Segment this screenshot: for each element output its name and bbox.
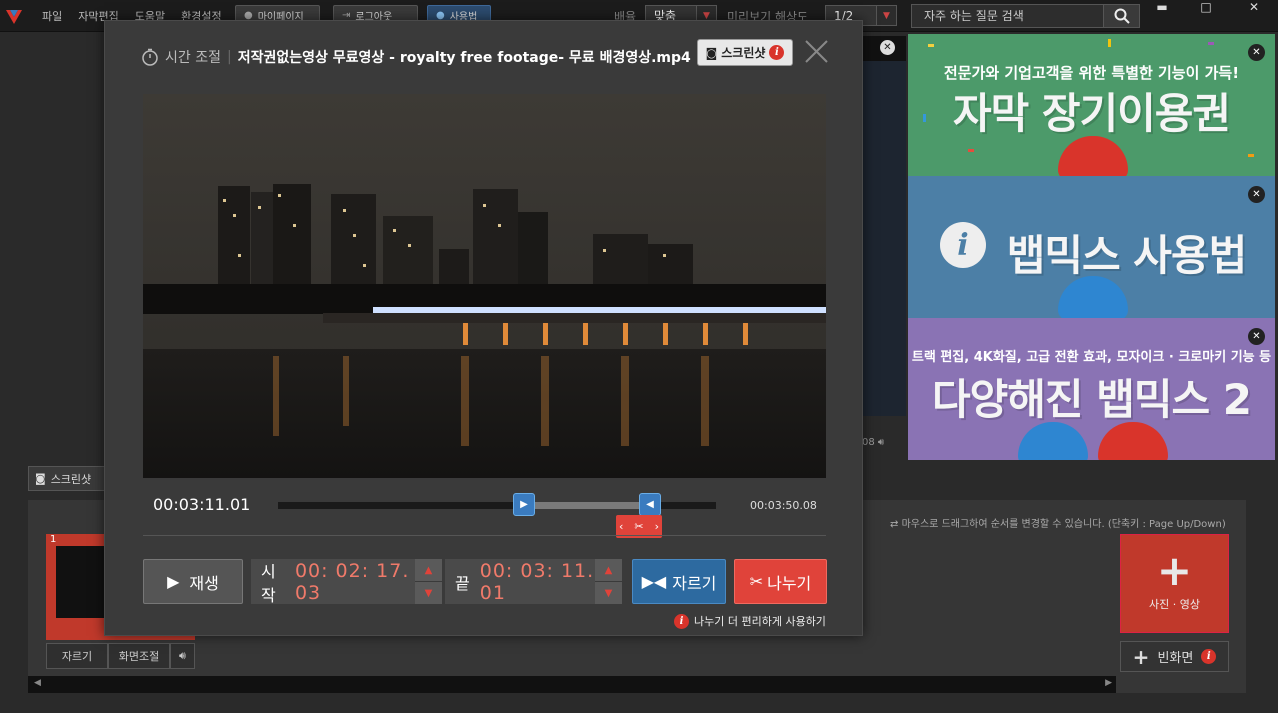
end-time-stepper[interactable]: ▲ ▼ (595, 559, 622, 604)
background-volume: 08 🔊︎ (862, 437, 885, 448)
close-icon[interactable]: ✕ (1248, 328, 1265, 345)
maximize-icon[interactable]: □ (1186, 0, 1226, 14)
banner-vapmix2[interactable]: ✕ 트랙 편집, 4K화질, 고급 전환 효과, 모자이크 · 크로마키 기능 … (908, 318, 1275, 460)
start-handle[interactable]: ▶ (513, 493, 535, 516)
background-preview (862, 36, 906, 416)
info-icon: i (769, 45, 785, 60)
current-time: 00:03:11.01 (153, 495, 251, 514)
close-icon[interactable]: ✕ (1248, 44, 1265, 61)
end-time-value[interactable]: 00: 03: 11. 01 (480, 560, 595, 604)
app-logo-icon (6, 10, 22, 24)
volume-icon: 🔊︎ (877, 437, 885, 448)
clip-cut-button[interactable]: 자르기 (46, 643, 108, 669)
plus-icon: + (1132, 644, 1150, 669)
info-icon: i (674, 613, 689, 629)
screenshot-button[interactable]: ◙ 스크린샷 (28, 466, 108, 491)
trim-icon: ▶◀ (641, 572, 667, 591)
search-button[interactable] (1103, 5, 1139, 27)
chevron-left-icon: ‹ (619, 520, 624, 533)
start-time-field[interactable]: 시작 00: 02: 17. 03 (251, 559, 415, 605)
menu-file[interactable]: 파일 (42, 8, 62, 24)
dialog-title: 시간 조절 | 저작권없는영상 무료영상 - royalty free foot… (141, 47, 691, 67)
scroll-right-icon[interactable]: ▶ (1105, 678, 1112, 688)
minimize-icon[interactable]: ▬ (1142, 0, 1182, 14)
banner-title: 자막 장기이용권 (952, 89, 1231, 138)
camera-icon: ◙ (35, 472, 46, 485)
faq-search-input[interactable] (912, 9, 1102, 23)
decrement-icon[interactable]: ▼ (595, 582, 622, 604)
faq-search (911, 4, 1140, 28)
horizontal-scrollbar[interactable]: ◀ ▶ (28, 676, 1116, 693)
close-window-icon[interactable]: ✕ (1234, 0, 1274, 14)
start-time-stepper[interactable]: ▲ ▼ (415, 559, 442, 604)
decrement-icon[interactable]: ▼ (415, 582, 442, 604)
divider (143, 535, 826, 536)
banner-sub: 트랙 편집, 4K화질, 고급 전환 효과, 모자이크 · 크로마키 기능 등 (911, 350, 1272, 365)
add-media-button[interactable]: + 사진 · 영상 (1120, 534, 1229, 633)
split-tip-link[interactable]: i 나누기 더 편리하게 사용하기 (674, 613, 826, 629)
plus-icon: + (1156, 545, 1193, 595)
night-city-frame (143, 94, 826, 478)
stopwatch-icon (142, 48, 158, 66)
close-icon[interactable]: ✕ (1248, 186, 1265, 203)
increment-icon[interactable]: ▲ (595, 559, 622, 581)
volume-icon[interactable]: 🔊︎ (170, 643, 195, 669)
banner-subtitle-pass[interactable]: ✕ 전문가와 기업고객을 위한 특별한 기능이 가득! 자막 장기이용권 (908, 34, 1275, 176)
search-icon (1114, 8, 1130, 24)
bird-mascot-icon (1018, 422, 1088, 460)
camera-icon: ◙ (705, 45, 718, 60)
time-adjust-dialog: 시간 조절 | 저작권없는영상 무료영상 - royalty free foot… (104, 20, 863, 636)
increment-icon[interactable]: ▲ (415, 559, 442, 581)
banner-howto[interactable]: ✕ i 뱁믹스 사용법 (908, 176, 1275, 318)
split-button[interactable]: ✂ 나누기 (734, 559, 827, 604)
cut-button[interactable]: ▶◀ 자르기 (632, 559, 726, 604)
selected-range (524, 502, 651, 509)
scissors-icon: ✂ (634, 520, 644, 533)
scissors-icon: ✂ (749, 572, 764, 591)
play-button[interactable]: ▶ 재생 (143, 559, 243, 604)
clip-number: 1 (50, 534, 57, 545)
end-time-field[interactable]: 끝 00: 03: 11. 01 (445, 559, 595, 604)
clip-screen-button[interactable]: 화면조절 (108, 643, 170, 669)
start-time-value[interactable]: 00: 02: 17. 03 (295, 560, 415, 604)
file-name: 저작권없는영상 무료영상 - royalty free footage- 무료 … (237, 50, 691, 66)
blank-screen-button[interactable]: + 빈화면 i (1120, 641, 1229, 672)
bird-mascot-icon (1098, 422, 1168, 460)
reorder-hint: ⇄ 마우스로 드래그하여 순서를 변경할 수 있습니다. (단축키 : Page… (890, 519, 1226, 530)
scroll-left-icon[interactable]: ◀ (34, 678, 41, 688)
info-icon: i (1201, 649, 1217, 664)
banner-title: 다양해진 뱁믹스 2 (932, 375, 1252, 424)
chevron-right-icon: › (654, 520, 659, 533)
banner-title: 뱁믹스 사용법 (1006, 231, 1247, 280)
close-icon[interactable] (804, 39, 829, 64)
total-time: 00:03:50.08 (750, 499, 817, 512)
video-preview (143, 94, 826, 478)
swap-icon: ⇄ (890, 519, 899, 530)
end-handle[interactable]: ◀ (639, 493, 661, 516)
play-icon: ▶ (167, 572, 180, 591)
chevron-down-icon: ▼ (876, 6, 896, 25)
close-icon[interactable]: ✕ (880, 40, 895, 55)
dialog-screenshot-button[interactable]: ◙ 스크린샷 i (697, 39, 793, 66)
